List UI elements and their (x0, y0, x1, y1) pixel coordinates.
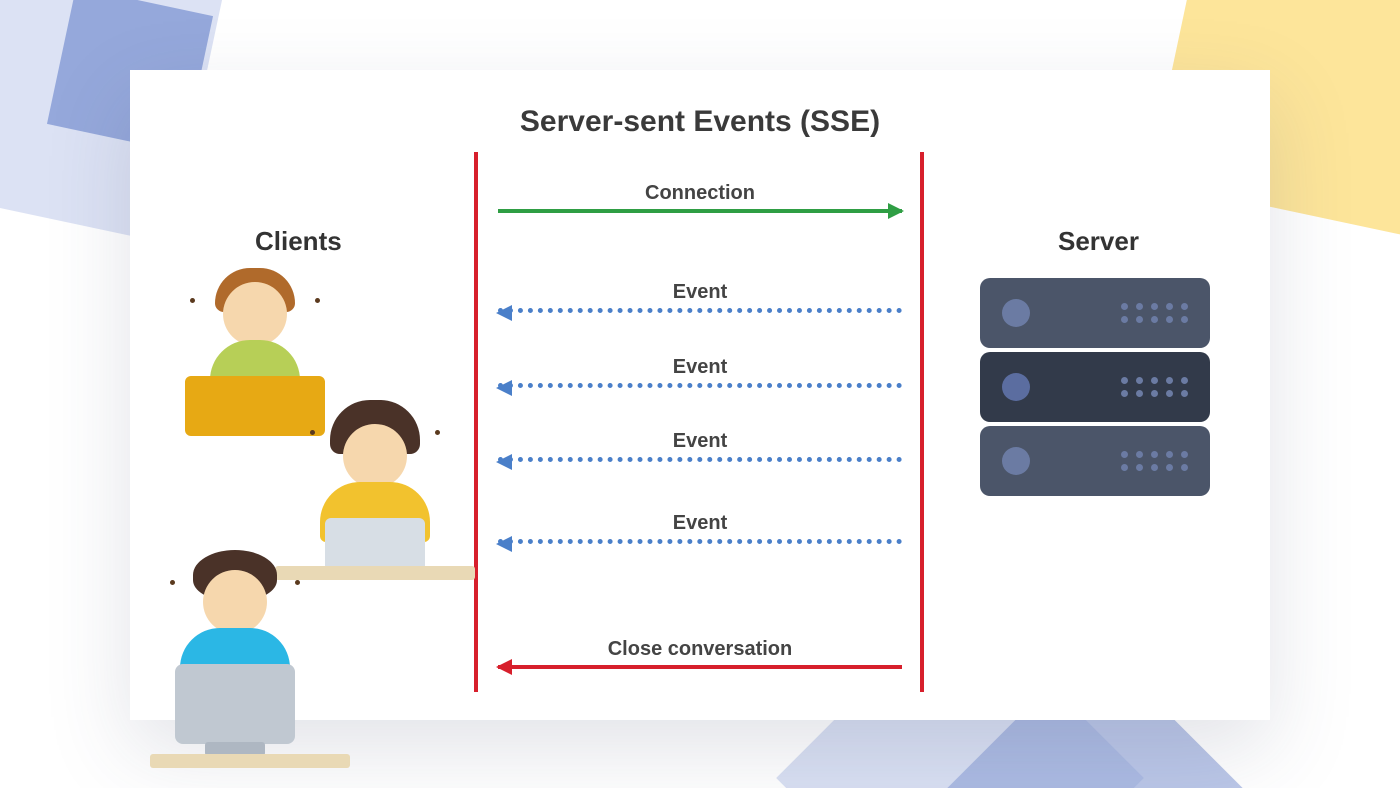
event-flow: Event (498, 430, 902, 462)
diagram-title: Server-sent Events (SSE) (0, 105, 1400, 139)
connection-flow: Connection (498, 182, 902, 213)
event-flow: Event (498, 356, 902, 388)
connection-label: Connection (498, 182, 902, 205)
close-label: Close conversation (498, 638, 902, 661)
close-flow: Close conversation (498, 638, 902, 669)
server-lifeline (920, 152, 924, 692)
arrow-left-icon (498, 383, 902, 388)
event-flow: Event (498, 512, 902, 544)
arrow-left-icon (498, 665, 902, 669)
event-label: Event (498, 356, 902, 379)
event-label: Event (498, 430, 902, 453)
server-heading: Server (1058, 226, 1139, 257)
client-person-icon (150, 550, 320, 768)
arrow-left-icon (498, 539, 902, 544)
arrow-left-icon (498, 308, 902, 313)
clients-illustration (140, 260, 460, 690)
client-lifeline (474, 152, 478, 692)
event-flow: Event (498, 281, 902, 313)
arrow-right-icon (498, 209, 902, 213)
event-label: Event (498, 281, 902, 304)
clients-heading: Clients (255, 226, 342, 257)
server-rack-icon (980, 278, 1210, 496)
event-label: Event (498, 512, 902, 535)
server-illustration (980, 278, 1210, 504)
arrow-left-icon (498, 457, 902, 462)
